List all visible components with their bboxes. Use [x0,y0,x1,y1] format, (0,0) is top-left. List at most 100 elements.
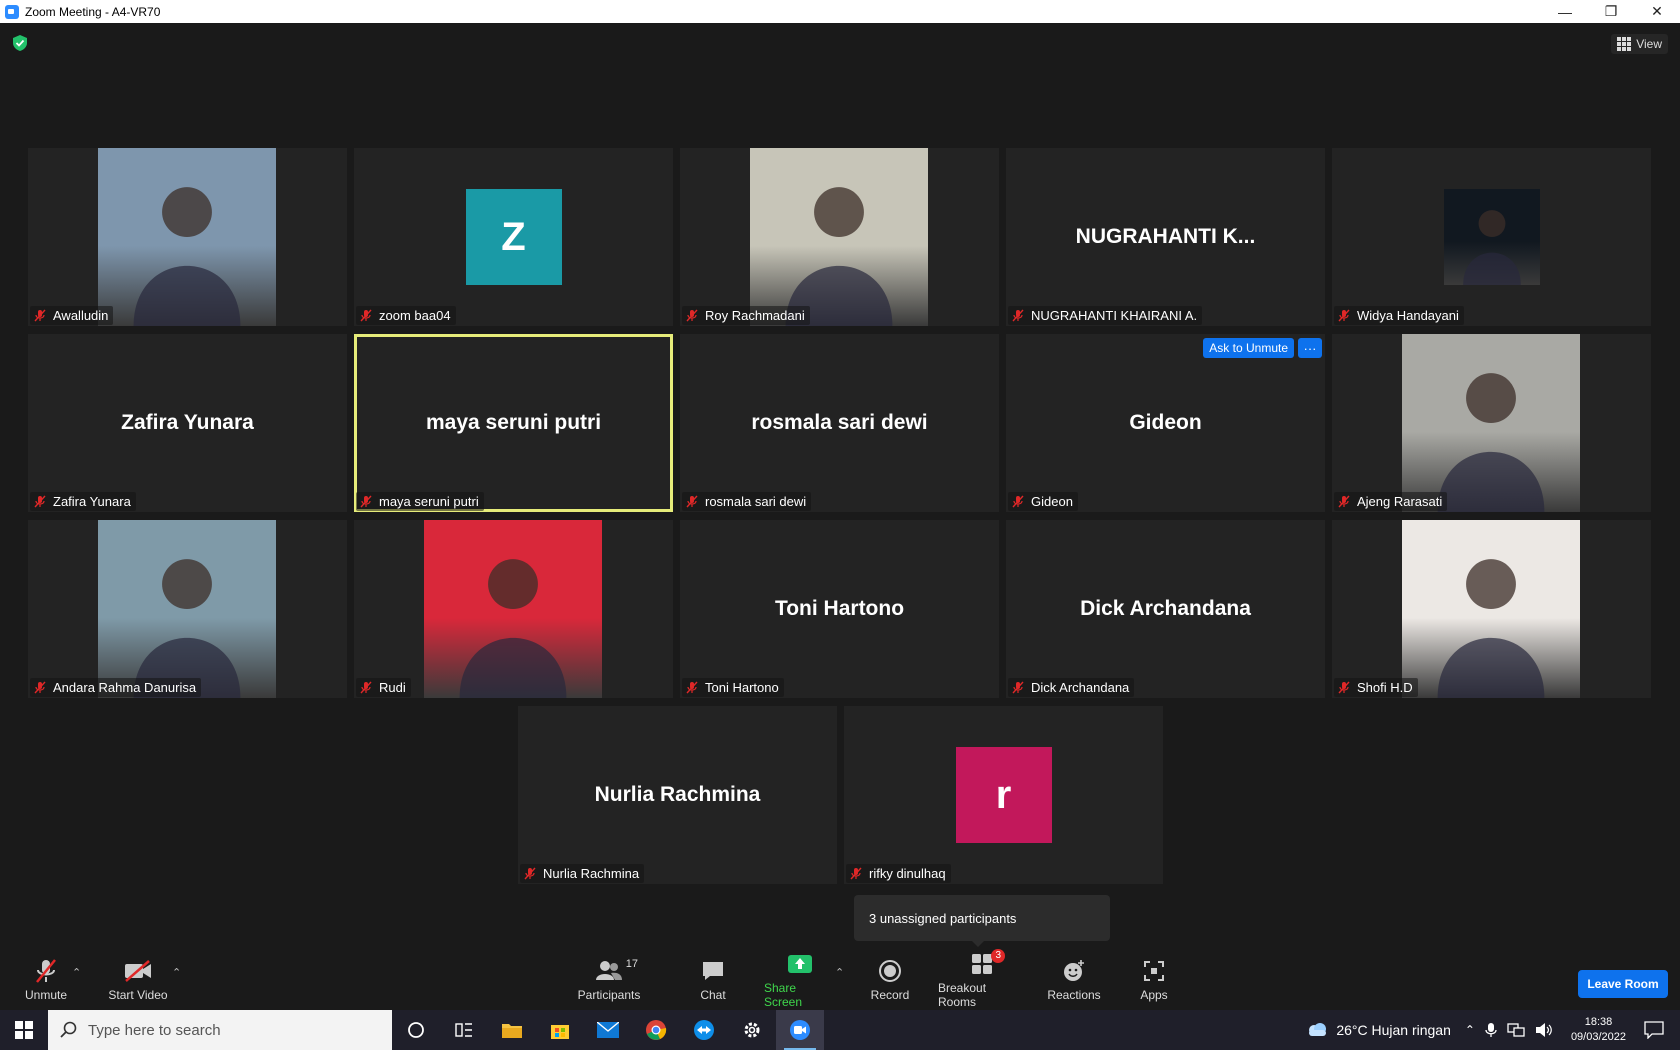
window-title: Zoom Meeting - A4-VR70 [25,4,161,19]
more-options-button[interactable]: ··· [1298,338,1322,358]
ask-to-unmute-button[interactable]: Ask to Unmute [1203,338,1294,358]
participant-nameplate: Shofi H.D [1334,678,1418,697]
avatar: Z [465,189,562,285]
participants-count: 17 [625,958,638,970]
share-options-caret[interactable]: ⌃ [835,966,844,979]
network-icon[interactable] [1507,1022,1525,1038]
teamviewer-button[interactable] [680,1010,728,1050]
participant-nameplate: Awalludin [30,306,114,325]
windows-taskbar: Type here to search 26°C Hujan ringan ⌃ … [0,1010,1680,1050]
participant-tile[interactable]: Awalludin [28,148,347,326]
participant-tile[interactable]: Widya Handayani [1332,148,1651,326]
participant-video [1444,189,1540,285]
person-silhouette-icon [133,559,241,698]
breakout-rooms-icon: 3 [967,949,1005,977]
participant-tile[interactable]: Zzoom baa04 [354,148,673,326]
participant-tile[interactable]: Nurlia Rachmina Nurlia Rachmina [518,706,837,884]
participant-nameplate: rifky dinulhaq [846,864,951,883]
close-button[interactable]: ✕ [1634,0,1680,23]
participant-name: rifky dinulhaq [869,866,946,881]
volume-icon[interactable] [1535,1022,1553,1038]
mail-icon [597,1022,619,1038]
view-button[interactable]: View [1611,34,1668,54]
participant-name: Awalludin [53,308,109,323]
unmute-button[interactable]: Unmute [22,950,70,1010]
participant-tile[interactable]: Dick Archandana Dick Archandana [1006,520,1325,698]
security-shield-icon[interactable] [13,35,27,51]
participant-tile[interactable]: Rudi [354,520,673,698]
cortana-icon [408,1022,424,1038]
notification-center-icon[interactable] [1644,1021,1664,1039]
chat-icon [698,958,728,984]
participant-name: Shofi H.D [1357,680,1413,695]
mail-button[interactable] [584,1010,632,1050]
muted-mic-icon [360,495,372,508]
person-silhouette-icon [785,187,893,326]
grid-view-icon [1617,37,1632,51]
participant-name: Toni Hartono [705,680,779,695]
zoom-taskbar-button[interactable] [776,1010,824,1050]
participant-display-name: Zafira Yunara [121,411,254,434]
cortana-button[interactable] [392,1010,440,1050]
store-icon [551,1025,569,1039]
chat-button[interactable]: Chat [696,950,730,1010]
participant-tile[interactable]: NUGRAHANTI K... NUGRAHANTI KHAIRANI A. [1006,148,1325,326]
person-silhouette-icon [1463,210,1521,285]
gear-icon [744,1022,760,1038]
participant-nameplate: Zafira Yunara [30,492,136,511]
participants-button[interactable]: 17 Participants [576,950,642,1010]
participant-tile[interactable]: Ajeng Rarasati [1332,334,1651,512]
teamviewer-icon [694,1020,714,1040]
weather-text[interactable]: 26°C Hujan ringan [1336,1022,1451,1038]
participant-tile[interactable]: r rifky dinulhaq [844,706,1163,884]
start-video-button[interactable]: Start Video [104,950,172,1010]
restore-button[interactable]: ❐ [1588,0,1634,23]
participant-video [98,520,276,698]
minimize-button[interactable]: — [1542,0,1588,23]
person-silhouette-icon [1437,373,1545,512]
leave-room-button[interactable]: Leave Room [1578,970,1668,998]
store-button[interactable] [536,1010,584,1050]
taskbar-search-box[interactable]: Type here to search [48,1010,392,1050]
record-button[interactable]: Record [870,950,910,1010]
participant-video [424,520,602,698]
settings-button[interactable] [728,1010,776,1050]
participant-tile[interactable]: maya seruni putri maya seruni putri [354,334,673,512]
participant-tile[interactable]: Toni Hartono Toni Hartono [680,520,999,698]
video-options-caret[interactable]: ⌃ [172,966,181,979]
participant-name: zoom baa04 [379,308,451,323]
participant-name: Gideon [1031,494,1073,509]
participant-tile[interactable]: Zafira Yunara Zafira Yunara [28,334,347,512]
muted-mic-icon [686,681,698,694]
participant-display-name: maya seruni putri [425,411,602,434]
share-screen-button[interactable]: Share Screen [764,950,836,1010]
participant-tile[interactable]: Shofi H.D [1332,520,1651,698]
breakout-rooms-button[interactable]: 3 Breakout Rooms [938,949,1026,1010]
task-view-button[interactable] [440,1010,488,1050]
participant-tile[interactable]: Andara Rahma Danurisa [28,520,347,698]
meeting-toolbar: Unmute ⌃ Start Video ⌃ 17 Participants C… [0,949,1680,1010]
audio-options-caret[interactable]: ⌃ [72,966,81,979]
participant-name: NUGRAHANTI KHAIRANI A. [1031,308,1198,323]
taskbar-clock[interactable]: 18:38 09/03/2022 [1571,1015,1626,1045]
muted-mic-icon [360,681,372,694]
file-explorer-button[interactable] [488,1010,536,1050]
participant-tile[interactable]: rosmala sari dewi rosmala sari dewi [680,334,999,512]
participant-name: maya seruni putri [379,494,479,509]
reactions-button[interactable]: Reactions [1046,950,1102,1010]
participant-tile[interactable]: Roy Rachmadani [680,148,999,326]
task-view-icon [455,1023,472,1037]
reactions-icon [1059,958,1089,984]
participant-name: Rudi [379,680,406,695]
start-button[interactable] [0,1010,48,1050]
apps-button[interactable]: Apps [1138,950,1170,1010]
participant-nameplate: maya seruni putri [356,492,484,511]
participant-tile[interactable]: Gideon Ask to Unmute ··· Gideon [1006,334,1325,512]
participant-nameplate: Ajeng Rarasati [1334,492,1448,511]
muted-mic-icon [34,495,46,508]
show-hidden-icons-chevron-icon[interactable]: ⌃ [1465,1023,1475,1037]
microphone-icon[interactable] [1485,1022,1497,1038]
muted-mic-icon [34,309,46,322]
chrome-button[interactable] [632,1010,680,1050]
participant-name: Widya Handayani [1357,308,1459,323]
